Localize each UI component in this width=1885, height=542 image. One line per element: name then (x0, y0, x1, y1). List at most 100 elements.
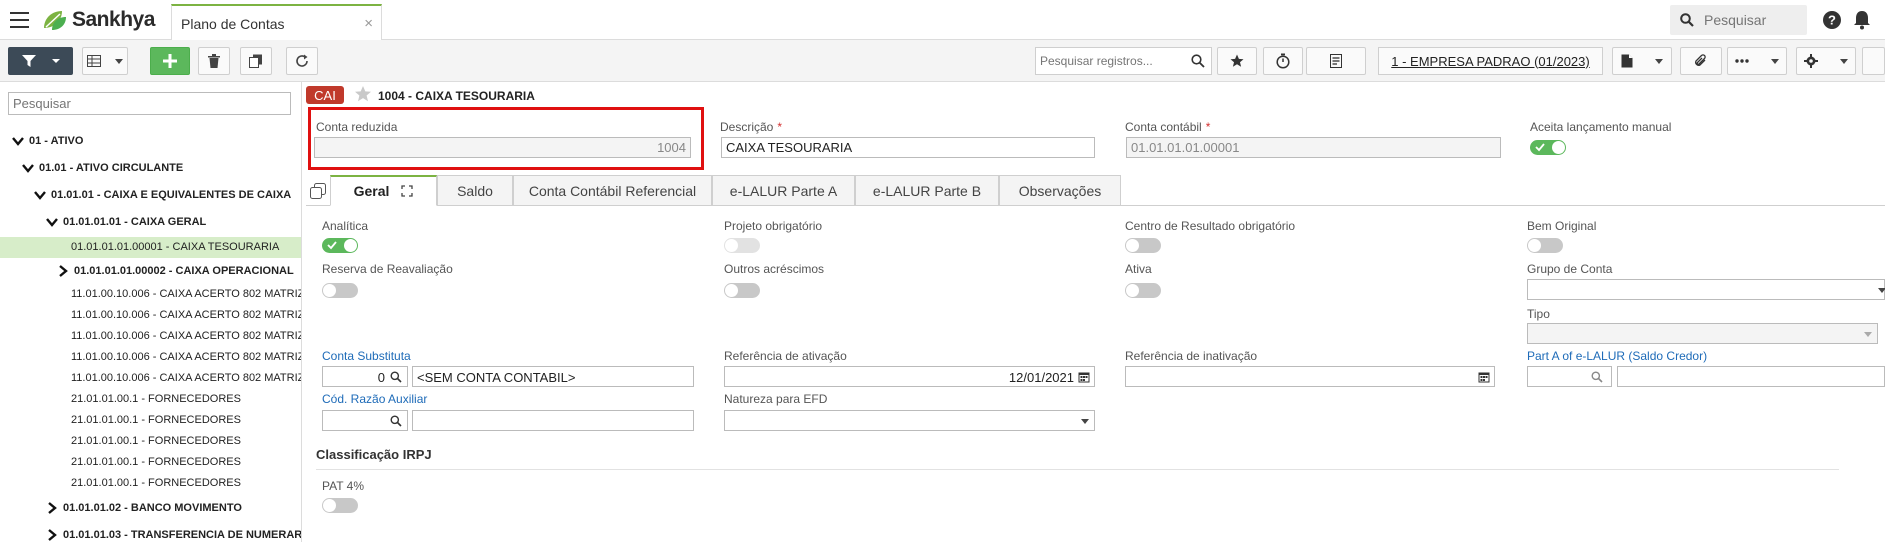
tree-item[interactable]: 11.01.00.10.006 - CAIXA ACERTO 802 MATRI… (0, 368, 301, 389)
tab-plano-de-contas[interactable]: Plano de Contas × (171, 4, 382, 41)
projeto-obrigatorio-toggle[interactable] (724, 238, 760, 253)
menu-icon[interactable] (10, 12, 29, 28)
tree-item[interactable]: 01.01.01.01.00002 - CAIXA OPERACIONAL (0, 261, 301, 282)
search-icon[interactable] (1591, 371, 1603, 383)
chevron-right-icon[interactable] (57, 265, 69, 277)
notes-button[interactable] (1306, 47, 1366, 75)
highlight-box (308, 107, 704, 170)
tree-search-input[interactable] (8, 92, 291, 115)
pat-toggle[interactable] (322, 498, 358, 513)
grupo-conta-select[interactable] (1527, 279, 1885, 300)
global-search-input[interactable] (1704, 11, 1800, 29)
descricao-field[interactable] (721, 137, 1095, 158)
chevron-right-icon[interactable] (46, 502, 58, 514)
tab-saldo[interactable]: Saldo (437, 175, 513, 206)
natureza-efd-label: Natureza para EFD (724, 392, 828, 406)
tree-item[interactable]: 21.01.01.00.1 - FORNECEDORES (0, 431, 301, 452)
record-search[interactable] (1035, 47, 1212, 75)
settings-button[interactable] (1796, 47, 1856, 75)
close-icon[interactable]: × (364, 15, 373, 32)
sankhya-logo[interactable]: Sankhya (40, 8, 155, 32)
chevron-down-icon[interactable] (12, 135, 24, 147)
cod-razao-desc-field[interactable] (412, 410, 694, 431)
filter-button[interactable] (8, 47, 73, 75)
chevron-down-icon[interactable] (22, 162, 34, 174)
expand-icon[interactable] (401, 185, 414, 197)
bem-original-label: Bem Original (1527, 219, 1597, 233)
record-search-input[interactable] (1040, 53, 1190, 69)
part-a-elalur-label[interactable]: Part A of e-LALUR (Saldo Credor) (1527, 349, 1707, 363)
chevron-down-icon[interactable] (34, 189, 46, 201)
add-button[interactable] (150, 47, 190, 75)
part-a-desc-field[interactable] (1617, 366, 1885, 387)
ativa-toggle[interactable] (1125, 283, 1161, 298)
tree-item[interactable]: 11.01.00.10.006 - CAIXA ACERTO 802 MATRI… (0, 347, 301, 368)
reserva-reavaliacao-toggle[interactable] (322, 283, 358, 298)
tree-item[interactable]: 01.01.01.02 - BANCO MOVIMENTO (0, 498, 301, 519)
tree-item[interactable]: 11.01.00.10.006 - CAIXA ACERTO 802 MATRI… (0, 284, 301, 305)
tipo-select[interactable] (1527, 323, 1878, 344)
outros-acrescimos-toggle[interactable] (724, 283, 760, 298)
conta-substituta-label[interactable]: Conta Substituta (322, 349, 411, 363)
chevron-right-icon[interactable] (46, 529, 58, 541)
tree-item[interactable]: 01.01 - ATIVO CIRCULANTE (0, 158, 301, 179)
natureza-efd-select[interactable] (724, 410, 1095, 431)
svg-text:?: ? (1828, 13, 1836, 28)
analitica-toggle[interactable] (322, 238, 358, 253)
global-search[interactable] (1670, 5, 1807, 35)
empresa-selector[interactable]: 1 - EMPRESA PADRAO (01/2023) (1378, 47, 1603, 75)
tab-elalur-parte-b[interactable]: e-LALUR Parte B (855, 175, 999, 206)
duplicate-button[interactable] (240, 47, 272, 75)
delete-button[interactable] (198, 47, 230, 75)
chevron-down-icon[interactable] (46, 216, 58, 228)
attachment-button[interactable] (1680, 47, 1722, 75)
bell-icon[interactable] (1852, 9, 1872, 30)
document-button[interactable] (1612, 47, 1672, 75)
trash-icon (208, 54, 220, 68)
tab-conta-contabil-referencial[interactable]: Conta Contábil Referencial (513, 175, 712, 206)
grid-view-button[interactable] (82, 47, 128, 75)
tree-item[interactable]: 11.01.00.10.006 - CAIXA ACERTO 802 MATRI… (0, 326, 301, 347)
tree-item[interactable]: 01 - ATIVO (0, 131, 301, 152)
more-options-button[interactable] (1727, 47, 1787, 75)
logo-leaf-icon (44, 11, 66, 30)
tree-item[interactable]: 01.01.01.01 - CAIXA GERAL (0, 212, 301, 233)
copy-layout-icon[interactable] (310, 183, 326, 199)
calendar-icon[interactable] (1078, 371, 1090, 383)
tree-item[interactable]: 01.01.01.03 - TRANSFERENCIA DE NUMERARIO (0, 525, 301, 542)
help-icon[interactable]: ? (1822, 10, 1842, 30)
tree-item[interactable]: 21.01.01.00.1 - FORNECEDORES (0, 389, 301, 410)
tab-geral[interactable]: Geral (330, 175, 437, 206)
refresh-button[interactable] (286, 47, 318, 75)
conta-substituta-code-field[interactable]: 0 (322, 366, 408, 387)
timer-button[interactable] (1263, 47, 1303, 75)
tab-elalur-parte-a[interactable]: e-LALUR Parte A (712, 175, 855, 206)
cod-razao-code-field[interactable] (322, 410, 408, 431)
conta-contabil-field[interactable] (1126, 137, 1501, 158)
search-icon[interactable] (390, 371, 402, 383)
tree-item[interactable]: 21.01.01.00.1 - FORNECEDORES (0, 410, 301, 431)
filter-icon (21, 55, 36, 67)
tree-item[interactable]: 21.01.01.00.1 - FORNECEDORES (0, 473, 301, 494)
centro-resultado-toggle[interactable] (1125, 238, 1161, 253)
conta-substituta-desc-field[interactable]: <SEM CONTA CONTABIL> (412, 366, 694, 387)
cod-razao-auxiliar-label[interactable]: Cód. Razão Auxiliar (322, 392, 427, 406)
search-icon[interactable] (1191, 54, 1205, 68)
favorite-button[interactable] (1217, 47, 1257, 75)
tree-item[interactable]: 21.01.01.00.1 - FORNECEDORES (0, 452, 301, 473)
tree-item[interactable]: 01.01.01 - CAIXA E EQUIVALENTES DE CAIXA (0, 185, 301, 206)
part-a-code-field[interactable] (1527, 366, 1612, 387)
aceita-lancamento-toggle[interactable] (1530, 140, 1566, 155)
tab-observacoes[interactable]: Observações (999, 175, 1121, 206)
bem-original-toggle[interactable] (1527, 238, 1563, 253)
expand-button[interactable] (1862, 47, 1885, 75)
referencia-ativacao-field[interactable]: 12/01/2021 (724, 366, 1095, 387)
refresh-icon (296, 54, 308, 67)
search-icon[interactable] (390, 415, 402, 427)
referencia-inativacao-field[interactable] (1125, 366, 1495, 387)
star-icon[interactable] (354, 85, 372, 103)
tree-item[interactable]: 01.01.01.01.00001 - CAIXA TESOURARIA (0, 237, 301, 258)
tree-item[interactable]: 11.01.00.10.006 - CAIXA ACERTO 802 MATRI… (0, 305, 301, 326)
tree-item-label: 01.01.01.02 - BANCO MOVIMENTO (63, 502, 242, 514)
calendar-icon[interactable] (1478, 371, 1490, 383)
